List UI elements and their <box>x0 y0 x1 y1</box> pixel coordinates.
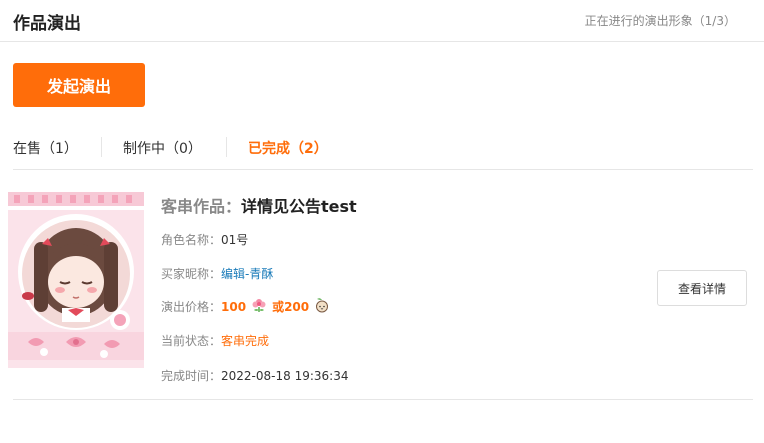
page-header: 作品演出 正在进行的演出形象（1/3） <box>0 0 764 42</box>
performance-slot-count: 正在进行的演出形象（1/3） <box>584 14 736 28</box>
status-tabs: 在售（1） 制作中（0） 已完成（2） <box>13 129 753 170</box>
role-value: 01号 <box>221 233 249 247</box>
work-title: 客串作品：详情见公告test <box>161 193 357 217</box>
price-primary: 100 <box>221 299 247 314</box>
tab-on-sale[interactable]: 在售（1） <box>13 138 78 158</box>
buyer-field: 买家昵称： 编辑-青酥 <box>161 265 273 282</box>
page-title: 作品演出 <box>13 14 81 34</box>
role-label: 角色名称： <box>161 233 222 247</box>
price-alternative: 或200 <box>272 300 310 314</box>
tab-in-production[interactable]: 制作中（0） <box>123 138 202 158</box>
work-title-text: 详情见公告test <box>241 197 357 216</box>
status-label: 当前状态： <box>161 334 222 348</box>
peach-icon <box>314 297 330 316</box>
launch-performance-button[interactable]: 发起演出 <box>13 63 145 107</box>
price-field: 演出价格： 100 或200 <box>161 297 335 316</box>
work-title-prefix: 客串作品： <box>161 197 242 216</box>
status-value: 客串完成 <box>221 334 270 348</box>
buyer-label: 买家昵称： <box>161 267 222 281</box>
view-details-button[interactable]: 查看详情 <box>657 270 747 306</box>
buyer-nickname-link[interactable]: 编辑-青酥 <box>221 265 273 282</box>
work-thumbnail[interactable] <box>8 192 144 368</box>
role-field: 角色名称： 01号 <box>161 231 248 248</box>
completion-time-label: 完成时间： <box>161 369 222 383</box>
flower-icon <box>251 297 267 316</box>
tab-completed[interactable]: 已完成（2） <box>248 138 328 158</box>
completion-time-field: 完成时间： 2022-08-18 19:36:34 <box>161 367 348 384</box>
status-field: 当前状态： 客串完成 <box>161 332 269 349</box>
price-label: 演出价格： <box>161 300 222 314</box>
character-thumbnail-image <box>8 192 144 368</box>
work-card: 客串作品：详情见公告test 角色名称： 01号 买家昵称： 编辑-青酥 演出价… <box>8 184 753 400</box>
tab-divider <box>101 137 102 157</box>
tab-divider <box>226 137 227 157</box>
completion-time-value: 2022-08-18 19:36:34 <box>221 368 349 383</box>
